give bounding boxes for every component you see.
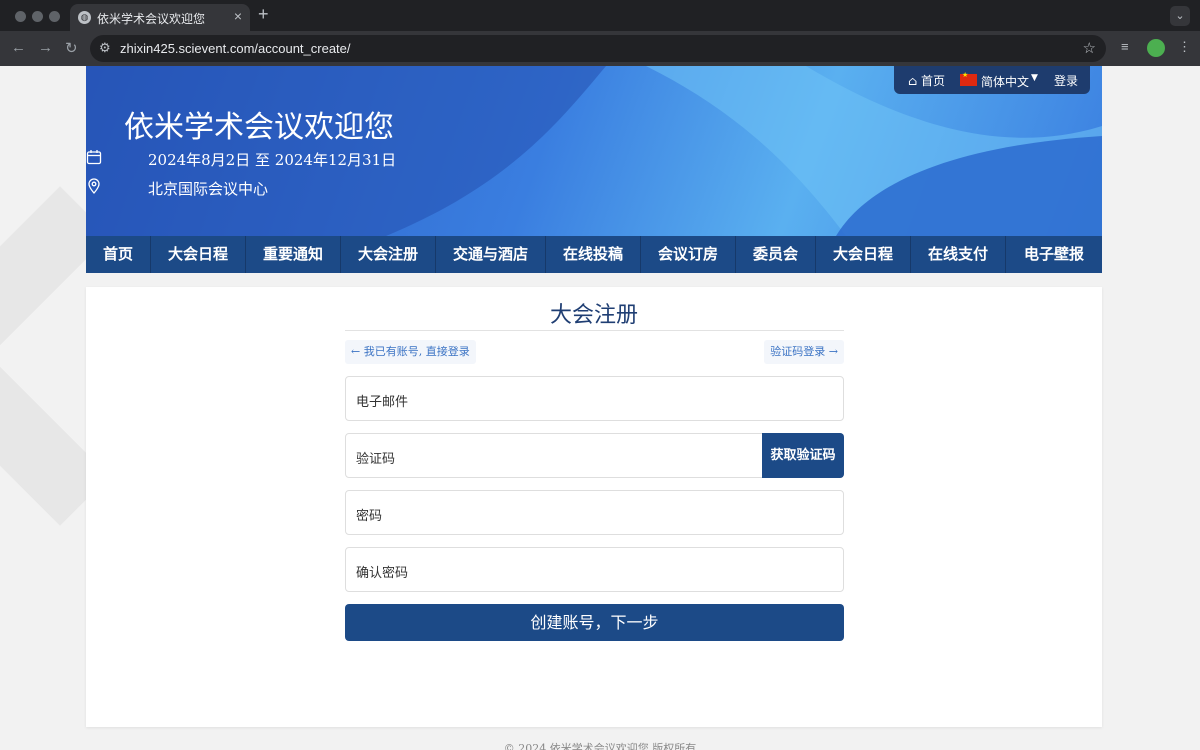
avatar[interactable] [1147,39,1165,57]
nav-item-transport-hotel[interactable]: 交通与酒店 [436,236,546,273]
top-utility-bar: ⌂ 首页 简体中文 ▼ 登录 [894,66,1090,94]
browser-tab[interactable]: ◍ 依米学术会议欢迎您 × [70,4,250,31]
login-existing-account-link[interactable]: ← 我已有账号, 直接登录 [345,340,476,364]
confirm-password-field[interactable]: 确认密码 [345,547,844,592]
new-tab-icon[interactable]: + [258,4,269,25]
title-divider [345,330,844,331]
nav-item-eposter[interactable]: 电子壁报 [1006,236,1102,273]
nav-item-submission[interactable]: 在线投稿 [546,236,641,273]
footer-copyright: © 2024 依米学术会议欢迎您 版权所有 [503,742,697,750]
email-placeholder: 电子邮件 [356,395,409,410]
nav-item-payment[interactable]: 在线支付 [911,236,1006,273]
topbar-home-label: 首页 [921,74,946,88]
address-bar[interactable]: ⚙ zhixin425.scievent.com/account_create/… [90,35,1106,62]
main-navigation: 首页 大会日程 重要通知 大会注册 交通与酒店 在线投稿 会议订房 委员会 大会… [86,236,1102,273]
forward-icon[interactable]: → [38,39,53,56]
code-placeholder: 验证码 [356,452,396,467]
chevron-down-icon[interactable]: ⌄ [1170,6,1190,26]
window-zoom-dot[interactable] [49,11,60,22]
close-icon[interactable]: × [234,8,242,24]
registration-card: 大会注册 ← 我已有账号, 直接登录 验证码登录 → 电子邮件 验证码 获取验证… [86,287,1102,727]
location-pin-icon [88,178,100,194]
tab-strip: ◍ 依米学术会议欢迎您 × + ⌄ [0,0,1200,31]
nav-item-registration[interactable]: 大会注册 [341,236,436,273]
nav-item-schedule-2[interactable]: 大会日程 [816,236,911,273]
banner-title: 依米学术会议欢迎您 [124,110,394,145]
calendar-icon [86,150,102,165]
password-placeholder: 密码 [356,509,383,524]
window-close-dot[interactable] [15,11,26,22]
site-settings-icon[interactable]: ⚙ [99,40,111,56]
get-code-button[interactable]: 获取验证码 [762,433,844,478]
tab-title: 依米学术会议欢迎您 [97,12,206,26]
email-field[interactable]: 电子邮件 [345,376,844,421]
window-minimize-dot[interactable] [32,11,43,22]
reload-icon[interactable]: ↻ [65,39,78,57]
page-title: 大会注册 [549,303,638,328]
china-flag-icon [960,71,977,86]
nav-item-schedule[interactable]: 大会日程 [151,236,246,273]
more-menu-icon[interactable]: ⋮ [1178,39,1191,55]
nav-item-committee[interactable]: 委员会 [736,236,816,273]
nav-item-home[interactable]: 首页 [86,236,151,273]
reading-list-icon[interactable]: ≡ [1121,39,1129,54]
caret-down-icon[interactable]: ▼ [1031,73,1038,83]
code-login-link[interactable]: 验证码登录 → [764,340,844,364]
confirm-password-placeholder: 确认密码 [356,566,409,581]
url-text: zhixin425.scievent.com/account_create/ [120,41,351,56]
language-selector[interactable]: 简体中文 [981,73,1029,90]
conference-location: 北京国际会议中心 [148,180,269,198]
nav-item-room-booking[interactable]: 会议订房 [641,236,736,273]
topbar-login-link[interactable]: 登录 [1054,72,1078,89]
home-icon: ⌂ [908,74,918,88]
conference-date: 2024年8月2日 至 2024年12月31日 [148,151,397,169]
nav-item-notices[interactable]: 重要通知 [246,236,341,273]
browser-chrome: ◍ 依米学术会议欢迎您 × + ⌄ ← → ↻ ⚙ zhixin425.scie… [0,0,1200,66]
topbar-home-link[interactable]: ⌂ 首页 [908,72,945,89]
password-field[interactable]: 密码 [345,490,844,535]
create-account-button[interactable]: 创建账号，下一步 [345,604,844,641]
browser-toolbar: ← → ↻ ⚙ zhixin425.scievent.com/account_c… [0,31,1200,66]
back-icon[interactable]: ← [11,39,26,56]
bookmark-star-icon[interactable]: ☆ [1083,39,1096,57]
globe-icon: ◍ [78,11,91,24]
